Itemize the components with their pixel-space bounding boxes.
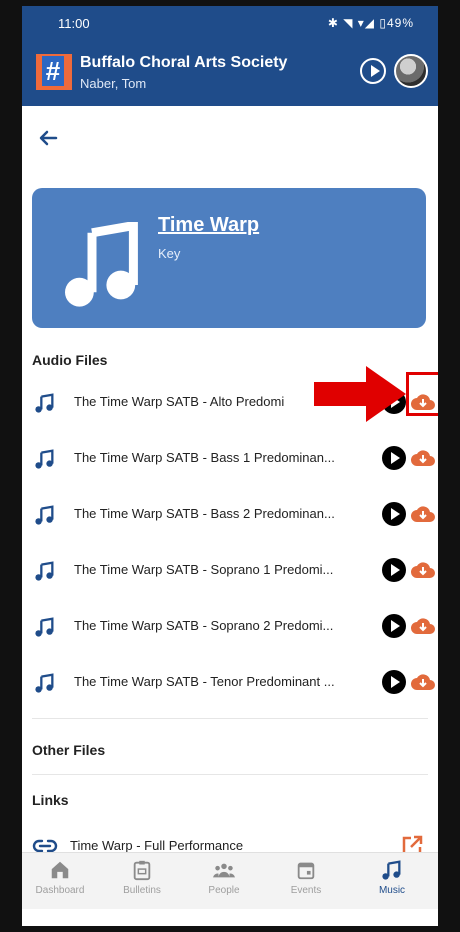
app-user: Naber, Tom — [80, 76, 147, 91]
bottom-navigation: Dashboard Bulletins People Events Music — [22, 852, 438, 909]
play-all-button[interactable] — [360, 58, 386, 84]
nav-events[interactable]: Events — [274, 859, 338, 907]
section-audio-files: Audio Files — [32, 352, 108, 368]
nav-dashboard[interactable]: Dashboard — [28, 859, 92, 907]
nav-label: Events — [290, 885, 322, 896]
bulletin-icon — [133, 860, 151, 881]
audio-file-label: The Time Warp SATB - Soprano 2 Predomi..… — [74, 618, 334, 633]
nav-label: Dashboard — [35, 885, 85, 896]
audio-file-list: The Time Warp SATB - Alto Predomi The Ti… — [22, 376, 438, 712]
app-screen: 11:00 ✱ ◥ ▾◢ ▯49% # Buffalo Choral Arts … — [22, 6, 438, 926]
audio-file-label: The Time Warp SATB - Bass 1 Predominan..… — [74, 450, 335, 465]
nav-label: Bulletins — [123, 885, 161, 896]
divider — [32, 774, 428, 775]
link-label: Time Warp - Full Performance — [70, 838, 244, 853]
cloud-download-icon[interactable] — [410, 448, 436, 468]
status-time: 11:00 — [58, 16, 90, 31]
song-title[interactable]: Time Warp — [158, 214, 259, 237]
download-highlight — [406, 372, 438, 416]
cloud-download-icon[interactable] — [410, 672, 436, 692]
status-icons: ✱ ◥ ▾◢ ▯49% — [327, 16, 414, 30]
list-item[interactable]: The Time Warp SATB - Bass 2 Predominan..… — [22, 488, 438, 544]
play-button[interactable] — [382, 670, 406, 694]
audio-file-label: The Time Warp SATB - Tenor Predominant .… — [74, 674, 335, 689]
section-links: Links — [32, 792, 69, 808]
divider — [32, 718, 428, 719]
music-note-icon — [382, 860, 401, 880]
audio-file-label: The Time Warp SATB - Bass 2 Predominan..… — [74, 506, 335, 521]
music-note-icon — [35, 505, 54, 525]
song-subtitle: Key — [158, 246, 181, 261]
music-note-icon — [35, 617, 54, 637]
list-item[interactable]: The Time Warp SATB - Soprano 1 Predomi..… — [22, 544, 438, 600]
avatar[interactable] — [394, 54, 428, 88]
nav-label: People — [208, 885, 240, 896]
home-icon — [51, 861, 69, 879]
device-frame: 11:00 ✱ ◥ ▾◢ ▯49% # Buffalo Choral Arts … — [0, 0, 460, 932]
calendar-icon — [297, 862, 315, 880]
section-other-files: Other Files — [32, 742, 106, 758]
list-item[interactable]: The Time Warp SATB - Soprano 2 Predomi..… — [22, 600, 438, 656]
cloud-download-icon[interactable] — [410, 616, 436, 636]
play-button[interactable] — [382, 614, 406, 638]
audio-file-label: The Time Warp SATB - Soprano 1 Predomi..… — [74, 562, 334, 577]
top-bar: 11:00 ✱ ◥ ▾◢ ▯49% # Buffalo Choral Arts … — [22, 6, 438, 106]
music-note-icon — [35, 449, 54, 469]
app-logo: # — [36, 54, 72, 90]
music-note-icon — [65, 222, 138, 307]
cloud-download-icon[interactable] — [410, 504, 436, 524]
red-arrow-icon — [314, 366, 406, 422]
music-note-icon — [35, 673, 54, 693]
app-bar: # Buffalo Choral Arts Society Naber, Tom — [22, 48, 438, 102]
nav-bulletins[interactable]: Bulletins — [110, 859, 174, 907]
nav-label: Music — [378, 885, 406, 896]
app-title: Buffalo Choral Arts Society — [80, 54, 288, 71]
music-note-icon — [35, 561, 54, 581]
play-button[interactable] — [382, 558, 406, 582]
play-button[interactable] — [382, 446, 406, 470]
people-icon — [213, 863, 235, 878]
music-note-icon — [35, 393, 54, 413]
list-item[interactable]: The Time Warp SATB - Bass 1 Predominan..… — [22, 432, 438, 488]
status-bar: 11:00 ✱ ◥ ▾◢ ▯49% — [22, 6, 438, 40]
song-header-card: Time Warp Key — [32, 188, 426, 328]
play-button[interactable] — [382, 502, 406, 526]
nav-people[interactable]: People — [192, 859, 256, 907]
cloud-download-icon[interactable] — [410, 560, 436, 580]
back-button[interactable] — [36, 126, 60, 150]
arrow-left-icon — [39, 130, 58, 146]
list-item[interactable]: The Time Warp SATB - Tenor Predominant .… — [22, 656, 438, 712]
nav-music[interactable]: Music — [360, 859, 424, 907]
